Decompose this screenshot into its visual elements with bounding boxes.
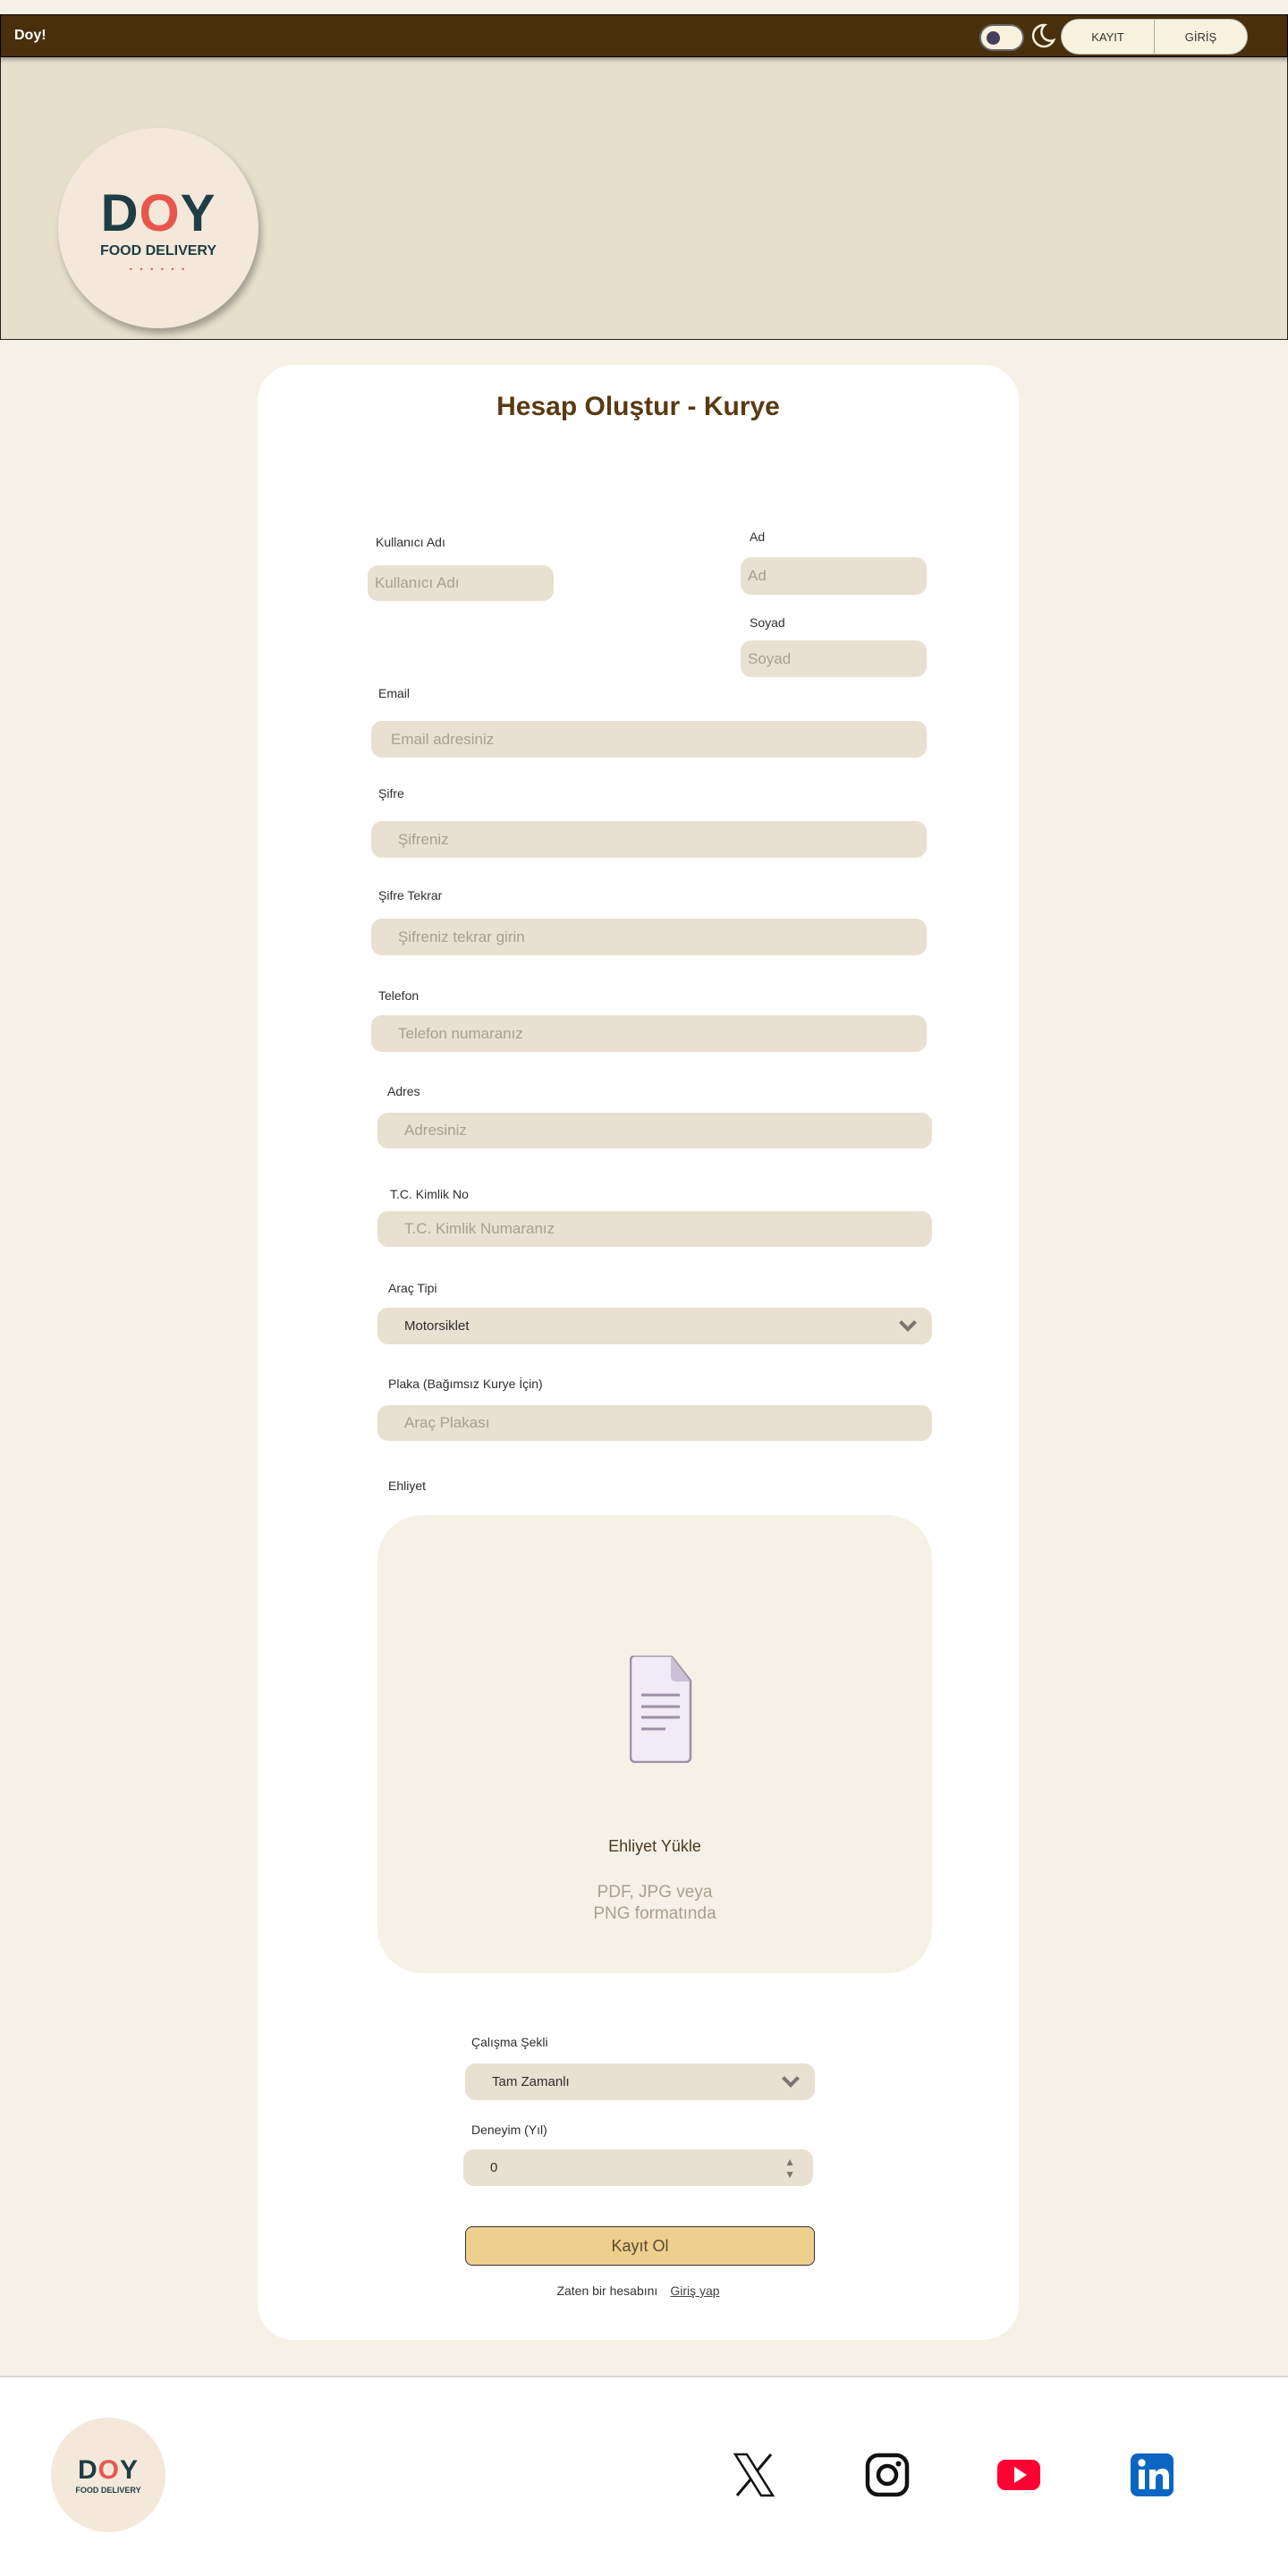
footer-logo[interactable]: DOY FOOD DELIVERY bbox=[51, 2418, 165, 2532]
password-repeat-label: Şifre Tekrar bbox=[378, 888, 443, 902]
phone-input[interactable]: Telefon numaranız bbox=[371, 1015, 927, 1052]
password-label: Şifre bbox=[378, 786, 404, 801]
upload-hint-line-1: PDF, JPG veya bbox=[597, 1883, 713, 1902]
moon-icon[interactable] bbox=[1030, 22, 1056, 49]
footer: DOY FOOD DELIVERY bbox=[0, 2376, 1288, 2576]
vehicle-type-value: Motorsiklet bbox=[404, 1318, 470, 1334]
work-type-select[interactable]: Tam Zamanlı bbox=[465, 2063, 815, 2100]
chevron-down-icon bbox=[899, 1313, 917, 1332]
stepper-arrows[interactable]: ▲ ▼ bbox=[784, 2156, 795, 2181]
license-upload-dropzone[interactable]: Ehliyet Yükle PDF, JPG veya PNG formatın… bbox=[377, 1515, 932, 1973]
first-name-label: Ad bbox=[750, 530, 766, 544]
upload-hint: PDF, JPG veya PNG formatında bbox=[377, 1882, 932, 1925]
login-prompt: Zaten bir hesabını Giriş yap bbox=[258, 2284, 1019, 2298]
plate-label: Plaka (Bağımsız Kurye İçin) bbox=[388, 1377, 543, 1391]
vehicle-type-label: Araç Tipi bbox=[388, 1281, 437, 1295]
register-submit-button[interactable]: Kayıt Ol bbox=[465, 2226, 815, 2266]
register-button[interactable]: KAYIT bbox=[1062, 20, 1155, 54]
email-input[interactable]: Email adresiniz bbox=[371, 721, 927, 758]
document-icon bbox=[630, 1656, 692, 1763]
email-label: Email bbox=[378, 686, 411, 700]
login-link[interactable]: Giriş yap bbox=[670, 2284, 719, 2298]
work-type-value: Tam Zamanlı bbox=[492, 2074, 570, 2089]
last-name-label: Soyad bbox=[750, 615, 785, 630]
logo-tagline: FOOD DELIVERY bbox=[75, 2486, 141, 2495]
tc-label: T.C. Kimlik No bbox=[390, 1187, 469, 1201]
hero-banner: DOY FOOD DELIVERY • • • • • • bbox=[0, 57, 1288, 340]
youtube-icon[interactable] bbox=[996, 2453, 1041, 2497]
password-repeat-input[interactable]: Şifreniz tekrar girin bbox=[371, 919, 927, 955]
first-name-input[interactable]: Ad bbox=[741, 557, 927, 595]
experience-value: 0 bbox=[490, 2160, 498, 2175]
phone-label: Telefon bbox=[378, 988, 419, 1003]
logo-tagline: FOOD DELIVERY bbox=[99, 242, 217, 258]
page-title: Hesap Oluştur - Kurye bbox=[496, 392, 780, 421]
logo-dots: • • • • • • bbox=[129, 264, 188, 274]
top-navbar: Doy! KAYIT GİRİŞ bbox=[0, 14, 1288, 57]
vehicle-type-select[interactable]: Motorsiklet bbox=[377, 1308, 932, 1344]
auth-buttons: KAYIT GİRİŞ bbox=[1061, 19, 1248, 55]
logo-mark: DOY bbox=[100, 183, 216, 242]
upload-hint-line-2: PNG formatında bbox=[593, 1904, 716, 1923]
upload-title: Ehliyet Yükle bbox=[608, 1837, 701, 1855]
toggle-knob bbox=[987, 31, 1000, 45]
work-type-label: Çalışma Şekli bbox=[471, 2035, 548, 2049]
login-button[interactable]: GİRİŞ bbox=[1155, 20, 1247, 54]
instagram-icon[interactable] bbox=[865, 2453, 910, 2497]
last-name-input[interactable]: Soyad bbox=[741, 640, 927, 677]
experience-label: Deneyim (Yıl) bbox=[471, 2123, 547, 2137]
address-input[interactable]: Adresiniz bbox=[377, 1113, 932, 1148]
signup-card: Hesap Oluştur - Kurye Kullanıcı Adı Kull… bbox=[258, 365, 1019, 2340]
linkedin-icon[interactable] bbox=[1130, 2453, 1174, 2497]
address-label: Adres bbox=[387, 1084, 420, 1098]
chevron-down-icon bbox=[782, 2069, 800, 2088]
username-label: Kullanıcı Adı bbox=[376, 535, 445, 549]
username-input[interactable]: Kullanıcı Adı bbox=[368, 565, 554, 601]
experience-number-input[interactable]: 0 ▲ ▼ bbox=[463, 2149, 813, 2186]
x-icon[interactable] bbox=[732, 2453, 776, 2497]
theme-toggle[interactable] bbox=[979, 24, 1024, 51]
logo[interactable]: DOY FOOD DELIVERY • • • • • • bbox=[58, 128, 258, 328]
license-label: Ehliyet bbox=[388, 1479, 427, 1493]
tc-input[interactable]: T.C. Kimlik Numaranız bbox=[377, 1211, 932, 1247]
plate-input[interactable]: Araç Plakası bbox=[377, 1405, 932, 1441]
login-prompt-text: Zaten bir hesabını bbox=[556, 2284, 658, 2298]
brand-name[interactable]: Doy! bbox=[14, 28, 47, 44]
password-input[interactable]: Şifreniz bbox=[371, 821, 927, 858]
logo-mark: DOY bbox=[77, 2455, 140, 2485]
